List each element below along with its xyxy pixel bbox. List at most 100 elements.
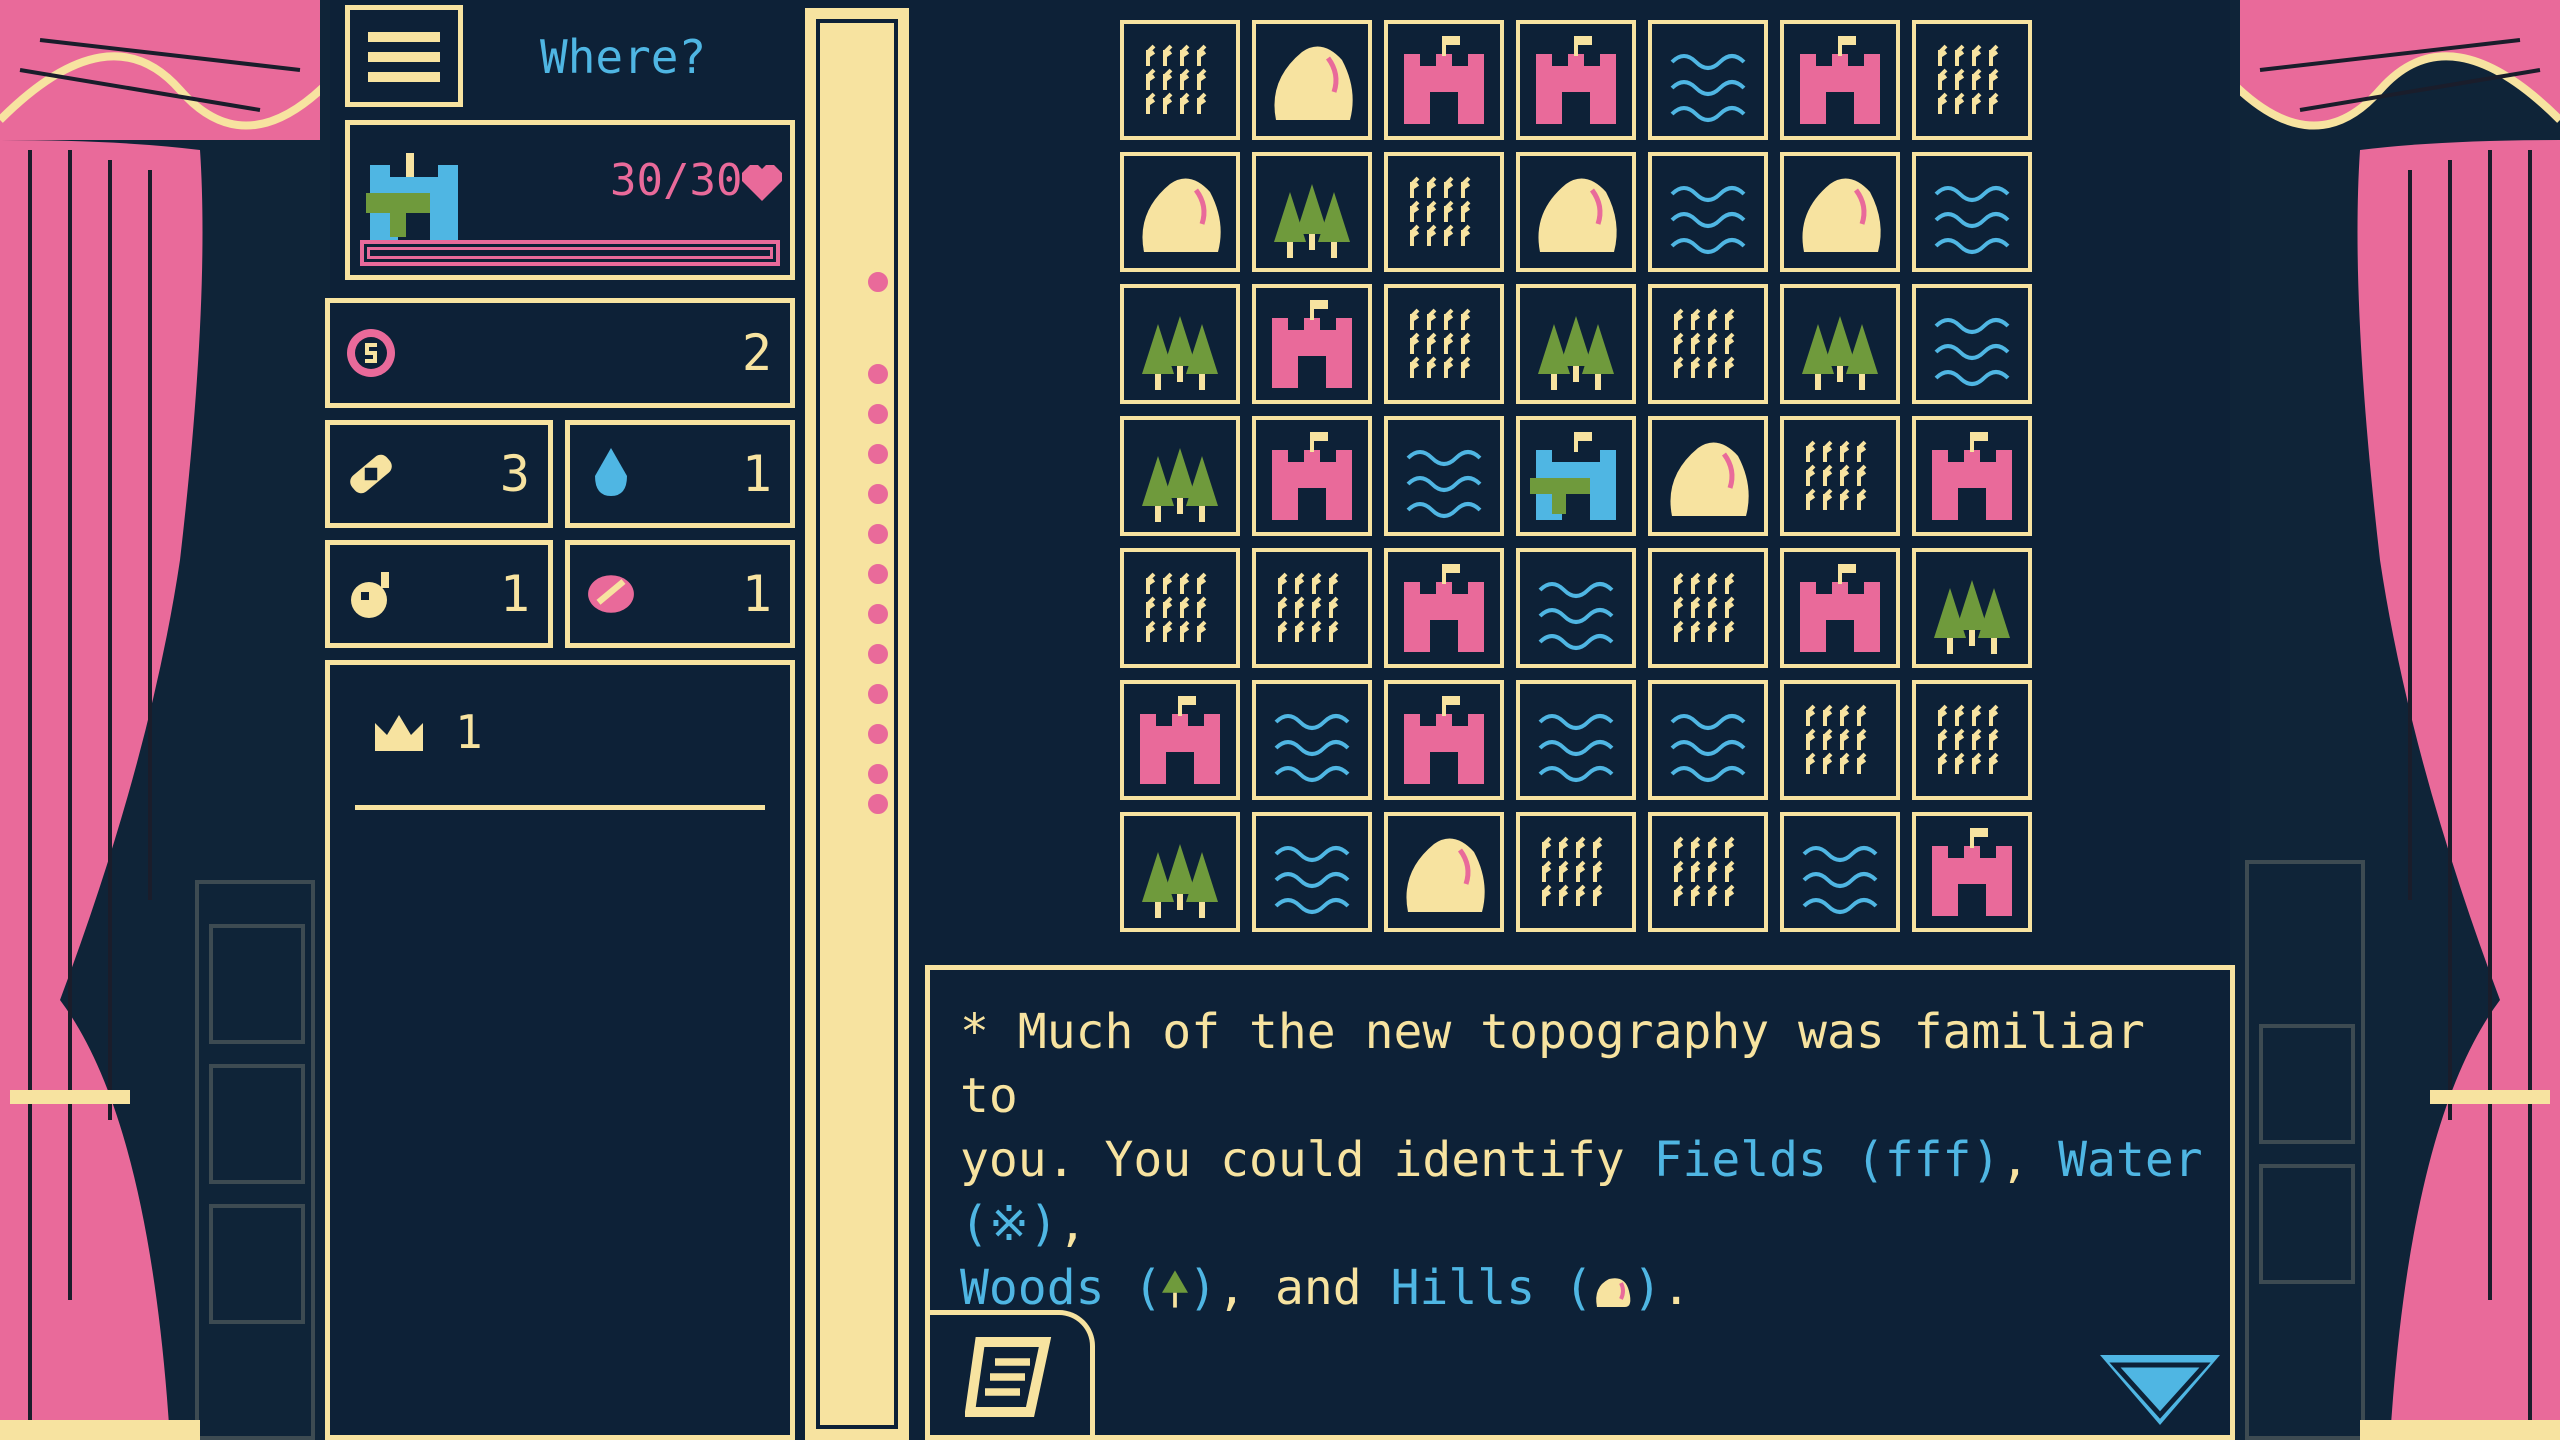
map-tile-woods[interactable] bbox=[1516, 284, 1636, 404]
map-tile-fields[interactable] bbox=[1384, 284, 1504, 404]
map-tile-castle[interactable] bbox=[1780, 548, 1900, 668]
map-tile-water[interactable] bbox=[1516, 548, 1636, 668]
map-tile-fields[interactable] bbox=[1912, 680, 2032, 800]
map-tile-woods[interactable] bbox=[1120, 416, 1240, 536]
map-tile-woods[interactable] bbox=[1120, 812, 1240, 932]
water-drop-icon bbox=[595, 448, 627, 496]
next-triangle-icon[interactable] bbox=[2100, 1355, 2220, 1425]
fields-icon bbox=[1278, 572, 1339, 642]
map-tile-castle[interactable] bbox=[1516, 20, 1636, 140]
water-icon bbox=[1538, 714, 1614, 782]
bomb-slot[interactable]: 1 bbox=[325, 540, 553, 648]
map-tile-water[interactable] bbox=[1912, 284, 2032, 404]
map-tile-player[interactable] bbox=[1516, 416, 1636, 536]
map-tile-castle[interactable] bbox=[1912, 812, 2032, 932]
fields-icon bbox=[1674, 572, 1735, 642]
water-close: ) bbox=[1029, 1196, 1059, 1252]
map-tile-fields[interactable] bbox=[1648, 284, 1768, 404]
map-tile-water[interactable] bbox=[1912, 152, 2032, 272]
map-tile-fields[interactable] bbox=[1252, 548, 1372, 668]
map-tile-woods[interactable] bbox=[1912, 548, 2032, 668]
castle-icon bbox=[1800, 36, 1880, 124]
woods-icon bbox=[1274, 184, 1350, 258]
water-icon bbox=[1274, 714, 1350, 782]
map-tile-fields[interactable] bbox=[1384, 152, 1504, 272]
hp-bar bbox=[360, 240, 780, 266]
fields-icon bbox=[1674, 308, 1735, 378]
map-tile-castle[interactable] bbox=[1384, 680, 1504, 800]
map-tile-fields[interactable] bbox=[1120, 548, 1240, 668]
map-tile-woods[interactable] bbox=[1120, 284, 1240, 404]
where-prompt: Where? bbox=[540, 30, 707, 84]
bomb-count: 1 bbox=[499, 565, 530, 623]
journal-button[interactable] bbox=[930, 1310, 1095, 1440]
gem-count: 1 bbox=[741, 565, 772, 623]
castle-icon bbox=[1536, 36, 1616, 124]
map-tile-castle[interactable] bbox=[1252, 284, 1372, 404]
hp-text: 30/30 bbox=[610, 155, 743, 206]
menu-button[interactable] bbox=[345, 5, 463, 107]
map-tile-castle[interactable] bbox=[1384, 548, 1504, 668]
fields-close: ) bbox=[1971, 1132, 2001, 1188]
water-icon bbox=[1934, 186, 2010, 254]
map-tile-water[interactable] bbox=[1252, 812, 1372, 932]
water-icon bbox=[1670, 714, 1746, 782]
map-tile-hills[interactable] bbox=[1648, 416, 1768, 536]
hills-icon bbox=[1670, 442, 1749, 516]
map-tile-castle[interactable] bbox=[1912, 416, 2032, 536]
coins-box: 2 bbox=[325, 298, 795, 408]
heart-icon bbox=[742, 165, 782, 201]
woods-keyword: Woods ( bbox=[960, 1260, 1163, 1316]
map-tile-fields[interactable] bbox=[1120, 20, 1240, 140]
player-castle-icon bbox=[366, 153, 458, 241]
progress-rail bbox=[805, 8, 909, 1440]
coins-value: 2 bbox=[741, 324, 772, 382]
divider bbox=[355, 805, 765, 810]
fields-icon bbox=[1410, 176, 1471, 246]
map-tile-hills[interactable] bbox=[1384, 812, 1504, 932]
map-tile-fields[interactable] bbox=[1780, 680, 1900, 800]
woods-close: ) bbox=[1188, 1260, 1218, 1316]
fields-symbol: fff bbox=[1884, 1132, 1972, 1188]
map-tile-fields[interactable] bbox=[1516, 812, 1636, 932]
water-symbol: ※ bbox=[988, 1196, 1030, 1252]
map-tile-fields[interactable] bbox=[1648, 812, 1768, 932]
map-tile-water[interactable] bbox=[1252, 680, 1372, 800]
progress-bead bbox=[864, 720, 892, 748]
map-tile-water[interactable] bbox=[1780, 812, 1900, 932]
fields-keyword: Fields ( bbox=[1653, 1132, 1885, 1188]
water-icon bbox=[1670, 186, 1746, 254]
map-tile-fields[interactable] bbox=[1648, 548, 1768, 668]
map-tile-hills[interactable] bbox=[1780, 152, 1900, 272]
map-tile-water[interactable] bbox=[1648, 152, 1768, 272]
map-tile-fields[interactable] bbox=[1912, 20, 2032, 140]
map-tile-castle[interactable] bbox=[1780, 20, 1900, 140]
player-icon bbox=[1530, 432, 1616, 520]
map-tile-hills[interactable] bbox=[1252, 20, 1372, 140]
castle-icon bbox=[1404, 564, 1484, 652]
map-tile-water[interactable] bbox=[1516, 680, 1636, 800]
water-slot[interactable]: 1 bbox=[565, 420, 795, 528]
map-tile-woods[interactable] bbox=[1780, 284, 1900, 404]
progress-bead bbox=[864, 440, 892, 468]
hills-icon bbox=[1406, 838, 1485, 912]
narrative-sep: , bbox=[1058, 1196, 1087, 1252]
map-tile-water[interactable] bbox=[1384, 416, 1504, 536]
map-tile-water[interactable] bbox=[1648, 680, 1768, 800]
hills-icon bbox=[1802, 178, 1881, 252]
water-icon bbox=[1670, 54, 1746, 122]
progress-bead bbox=[864, 480, 892, 508]
fields-icon bbox=[1542, 836, 1603, 906]
water-icon bbox=[1802, 846, 1878, 914]
map-tile-hills[interactable] bbox=[1516, 152, 1636, 272]
map-tile-castle[interactable] bbox=[1252, 416, 1372, 536]
map-tile-fields[interactable] bbox=[1780, 416, 1900, 536]
map-tile-castle[interactable] bbox=[1120, 680, 1240, 800]
gem-slot[interactable]: 1 bbox=[565, 540, 795, 648]
map-tile-hills[interactable] bbox=[1120, 152, 1240, 272]
map-tile-woods[interactable] bbox=[1252, 152, 1372, 272]
bandage-slot[interactable]: 3 bbox=[325, 420, 553, 528]
map-tile-castle[interactable] bbox=[1384, 20, 1504, 140]
map-tile-water[interactable] bbox=[1648, 20, 1768, 140]
progress-bead bbox=[864, 268, 892, 296]
